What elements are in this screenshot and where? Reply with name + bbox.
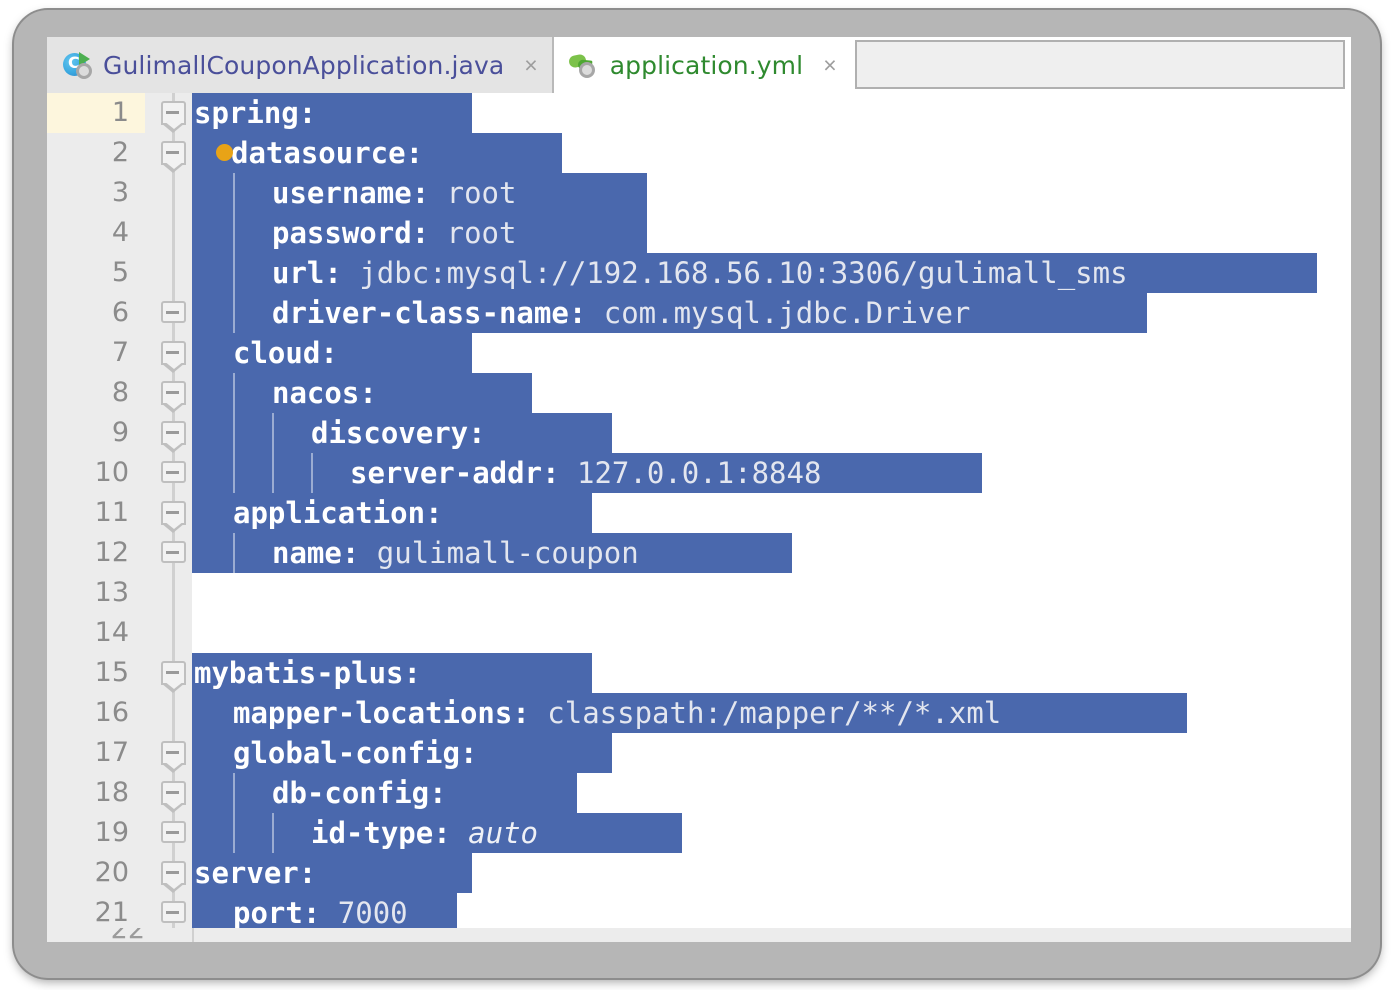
code-line[interactable]: cloud:: [192, 333, 1351, 373]
fold-marker-down[interactable]: [157, 733, 192, 773]
line-number: 9: [111, 417, 129, 448]
code-line[interactable]: spring:: [192, 93, 1351, 133]
line-number: 8: [111, 377, 129, 408]
fold-marker-down[interactable]: [157, 773, 192, 813]
fold-marker-down[interactable]: [157, 93, 192, 133]
tab-application-yml[interactable]: application.yml ×: [553, 37, 851, 93]
fold-marker-down[interactable]: [157, 333, 192, 373]
fold-marker-down[interactable]: [157, 853, 192, 893]
fold-marker-end[interactable]: [157, 453, 192, 493]
window-frame: GulimallCouponApplication.java × applica…: [14, 10, 1380, 978]
code-line[interactable]: password: root: [192, 213, 1351, 253]
code-line[interactable]: port: 7000: [192, 893, 1351, 933]
line-number: 1: [47, 93, 145, 133]
code-line[interactable]: id-type: auto: [192, 813, 1351, 853]
code-line[interactable]: application:: [192, 493, 1351, 533]
code-line[interactable]: discovery:: [192, 413, 1351, 453]
editor-window: GulimallCouponApplication.java × applica…: [47, 37, 1351, 942]
line-number: 21: [94, 897, 129, 928]
code-folding-column[interactable]: [157, 93, 192, 933]
line-number: 18: [94, 777, 129, 808]
editor-gutter[interactable]: 1 2 3 4 5 6 7 8 9 10 11 12 13 14 15 16 17 18 19 20 21: [47, 93, 192, 942]
code-line[interactable]: driver-class-name: com.mysql.jdbc.Driver: [192, 293, 1351, 333]
line-number: 12: [94, 537, 129, 568]
code-line[interactable]: server:: [192, 853, 1351, 893]
line-number-column: 1 2 3 4 5 6 7 8 9 10 11 12 13 14 15 16 17 18 19 20 21: [47, 93, 145, 933]
tab-gulimallcouponapplication-java[interactable]: GulimallCouponApplication.java ×: [47, 37, 554, 93]
fold-gutter-cell: [157, 213, 192, 253]
line-number: 6: [111, 297, 129, 328]
line-number: 22: [111, 928, 145, 942]
code-line[interactable]: url: jdbc:mysql://192.168.56.10:3306/gul…: [192, 253, 1351, 293]
line-number: 15: [94, 657, 129, 688]
code-line[interactable]: datasource:: [192, 133, 1351, 173]
code-line[interactable]: server-addr: 127.0.0.1:8848: [192, 453, 1351, 493]
line-number: 7: [111, 337, 129, 368]
code-line[interactable]: [192, 613, 1351, 653]
fold-marker-down[interactable]: [157, 133, 192, 173]
close-icon[interactable]: ×: [524, 53, 537, 77]
fold-marker-down[interactable]: [157, 493, 192, 533]
fold-marker-down[interactable]: [157, 413, 192, 453]
fold-marker-down[interactable]: [157, 373, 192, 413]
line-number: 16: [94, 697, 129, 728]
editor-tab-bar: GulimallCouponApplication.java × applica…: [47, 37, 1351, 93]
line-number: 20: [94, 857, 129, 888]
code-line[interactable]: mybatis-plus:: [192, 653, 1351, 693]
close-icon[interactable]: ×: [823, 53, 836, 77]
fold-marker-down[interactable]: [157, 653, 192, 693]
line-number: 3: [111, 177, 129, 208]
code-line[interactable]: mapper-locations: classpath:/mapper/**/*…: [192, 693, 1351, 733]
fold-marker-end[interactable]: [157, 813, 192, 853]
line-number: 14: [94, 617, 129, 648]
code-content[interactable]: spring: datasource: username: root password…: [192, 93, 1351, 942]
line-number: 2: [111, 137, 129, 168]
fold-gutter-cell: [157, 573, 192, 613]
fold-gutter-cell: [157, 173, 192, 213]
line-number: 4: [111, 217, 129, 248]
line-number: 11: [94, 497, 129, 528]
code-line[interactable]: [192, 573, 1351, 613]
code-editor[interactable]: 1 2 3 4 5 6 7 8 9 10 11 12 13 14 15 16 17 18 19 20 21 spring…: [47, 93, 1351, 942]
line-number: 13: [94, 577, 129, 608]
code-line[interactable]: nacos:: [192, 373, 1351, 413]
code-line[interactable]: db-config:: [192, 773, 1351, 813]
fold-gutter-cell: [157, 613, 192, 653]
fold-marker-end[interactable]: [157, 293, 192, 333]
line-number: 19: [94, 817, 129, 848]
code-line[interactable]: username: root: [192, 173, 1351, 213]
line-number: 17: [94, 737, 129, 768]
java-class-icon: [63, 50, 93, 80]
tab-label: GulimallCouponApplication.java: [103, 50, 505, 80]
code-line[interactable]: global-config:: [192, 733, 1351, 773]
fold-marker-end[interactable]: [157, 893, 192, 933]
tab-label: application.yml: [609, 50, 804, 80]
clipped-next-line: 22: [47, 928, 1351, 942]
breakpoint-dot[interactable]: [216, 143, 233, 161]
fold-gutter-cell: [157, 253, 192, 293]
spring-leaf-icon: [570, 50, 600, 80]
tab-bar-empty-area: [854, 40, 1345, 89]
line-number: 5: [111, 257, 129, 288]
fold-gutter-cell: [157, 693, 192, 733]
line-number: 10: [94, 457, 129, 488]
code-line[interactable]: name: gulimall-coupon: [192, 533, 1351, 573]
fold-marker-end[interactable]: [157, 533, 192, 573]
